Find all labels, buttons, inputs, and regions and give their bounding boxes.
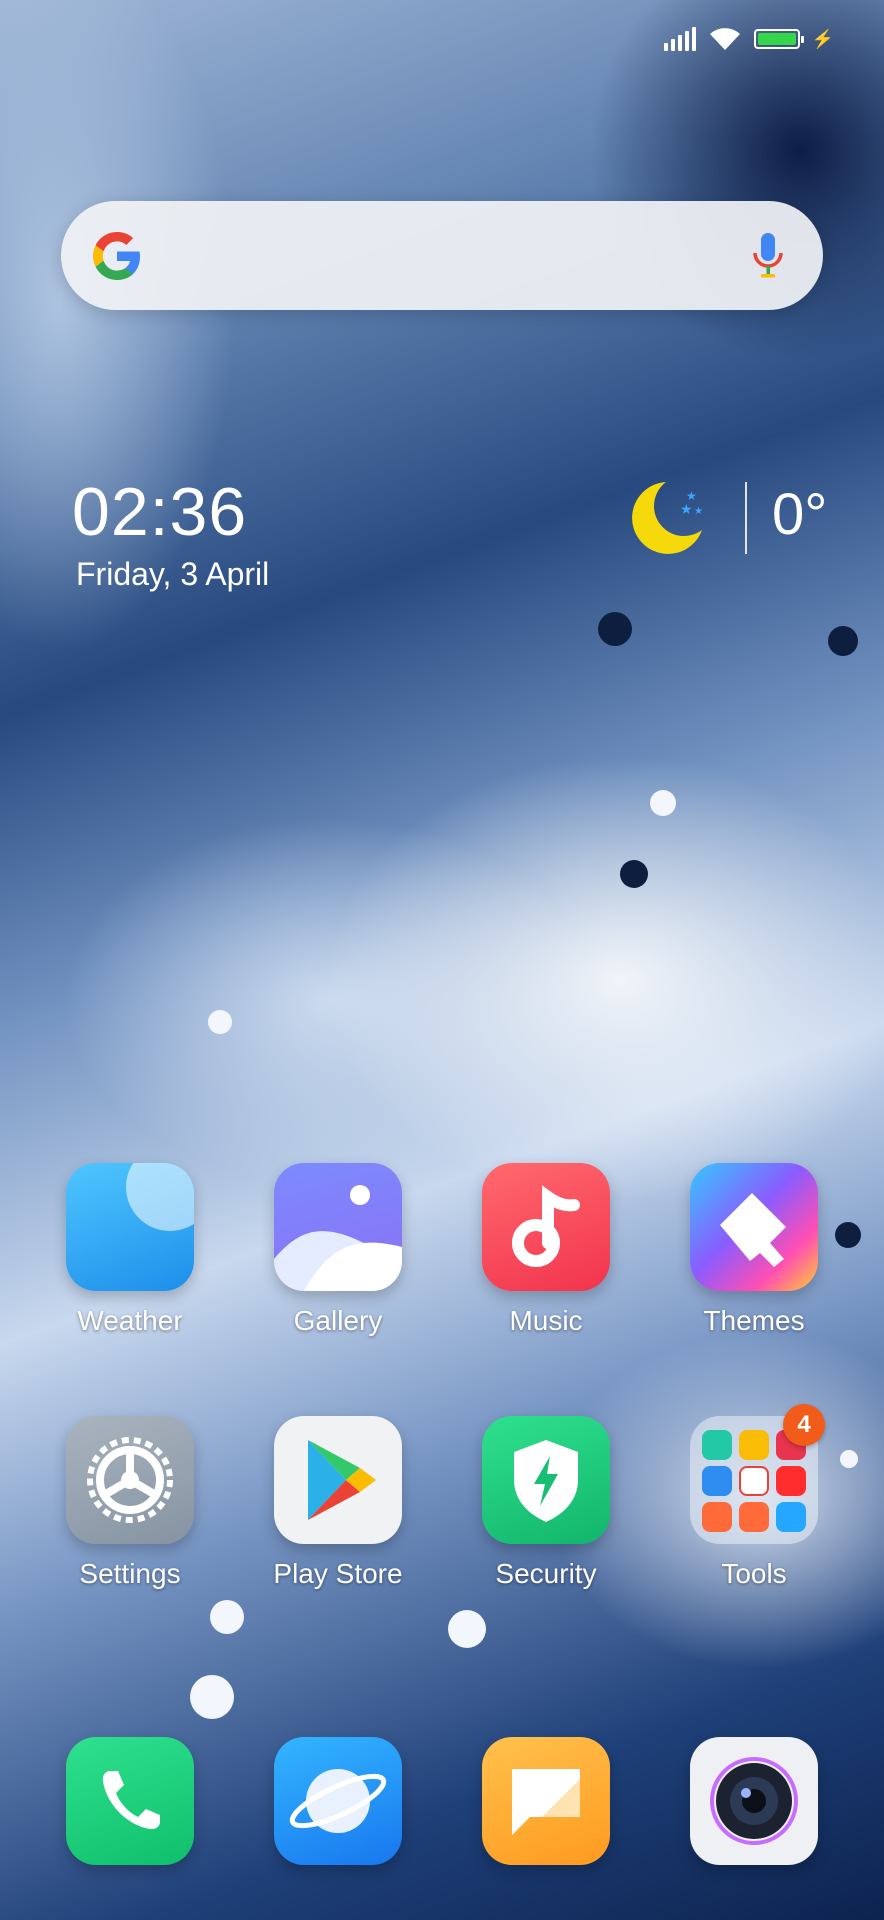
wallpaper-splat <box>828 626 858 656</box>
app-tools-folder[interactable]: 4 Tools <box>669 1404 839 1590</box>
notification-badge: 4 <box>783 1404 825 1446</box>
signal-icon <box>663 27 696 51</box>
themes-icon <box>690 1163 818 1291</box>
app-label: Play Store <box>273 1558 403 1589</box>
svg-text:★: ★ <box>694 506 703 517</box>
wallpaper-splat <box>448 1610 486 1648</box>
status-bar: ⚡ <box>663 26 834 52</box>
clock-time[interactable]: 02:36 <box>72 478 247 546</box>
battery-level <box>757 33 796 45</box>
camera-icon <box>690 1737 818 1865</box>
weather-divider <box>745 482 747 554</box>
google-g-icon <box>93 232 140 280</box>
wallpaper-splat <box>190 1675 234 1719</box>
app-label: Settings <box>79 1558 181 1589</box>
phone-icon <box>66 1737 194 1865</box>
app-play-store[interactable]: Play Store <box>253 1416 423 1590</box>
wallpaper-splat <box>598 612 632 646</box>
wallpaper-splat <box>208 1010 232 1034</box>
app-label: Music <box>509 1305 583 1336</box>
security-icon <box>482 1416 610 1544</box>
svg-text:★: ★ <box>680 502 693 518</box>
clock-date[interactable]: Friday, 3 April <box>76 558 269 590</box>
app-gallery[interactable]: Gallery <box>253 1163 423 1337</box>
svg-text:★: ★ <box>686 489 697 503</box>
app-label: Tools <box>721 1558 787 1589</box>
app-themes[interactable]: Themes <box>669 1163 839 1337</box>
browser-icon <box>274 1737 402 1865</box>
charging-icon: ⚡ <box>811 29 834 49</box>
messages-icon <box>482 1737 610 1865</box>
music-icon <box>482 1163 610 1291</box>
dock-messages[interactable] <box>461 1737 631 1865</box>
app-label: Security <box>495 1558 597 1589</box>
folder-preview-grid <box>702 1430 806 1532</box>
dock-phone[interactable] <box>45 1737 215 1865</box>
gallery-icon <box>274 1163 402 1291</box>
app-label: Gallery <box>293 1305 383 1336</box>
moon-icon[interactable]: ★ ★ ★ <box>618 474 710 558</box>
app-music[interactable]: Music <box>461 1163 631 1337</box>
wallpaper-splat <box>210 1600 244 1634</box>
google-search-bar[interactable] <box>61 201 823 310</box>
weather-icon <box>66 1163 194 1291</box>
wallpaper-splat <box>620 860 648 888</box>
battery-icon <box>753 29 804 49</box>
app-label: Weather <box>77 1305 183 1336</box>
app-security[interactable]: Security <box>461 1416 631 1590</box>
dock-browser[interactable] <box>253 1737 423 1865</box>
wallpaper-splat <box>840 1450 858 1468</box>
wallpaper-splat <box>650 790 676 816</box>
app-settings[interactable]: Settings <box>45 1416 215 1590</box>
mic-icon[interactable] <box>751 231 785 281</box>
play-store-icon <box>274 1416 402 1544</box>
app-label: Themes <box>703 1305 805 1336</box>
app-weather[interactable]: Weather <box>45 1163 215 1337</box>
settings-icon <box>66 1416 194 1544</box>
weather-temperature[interactable]: 0° <box>772 486 827 544</box>
dock-camera[interactable] <box>669 1737 839 1865</box>
wifi-icon <box>709 28 740 50</box>
